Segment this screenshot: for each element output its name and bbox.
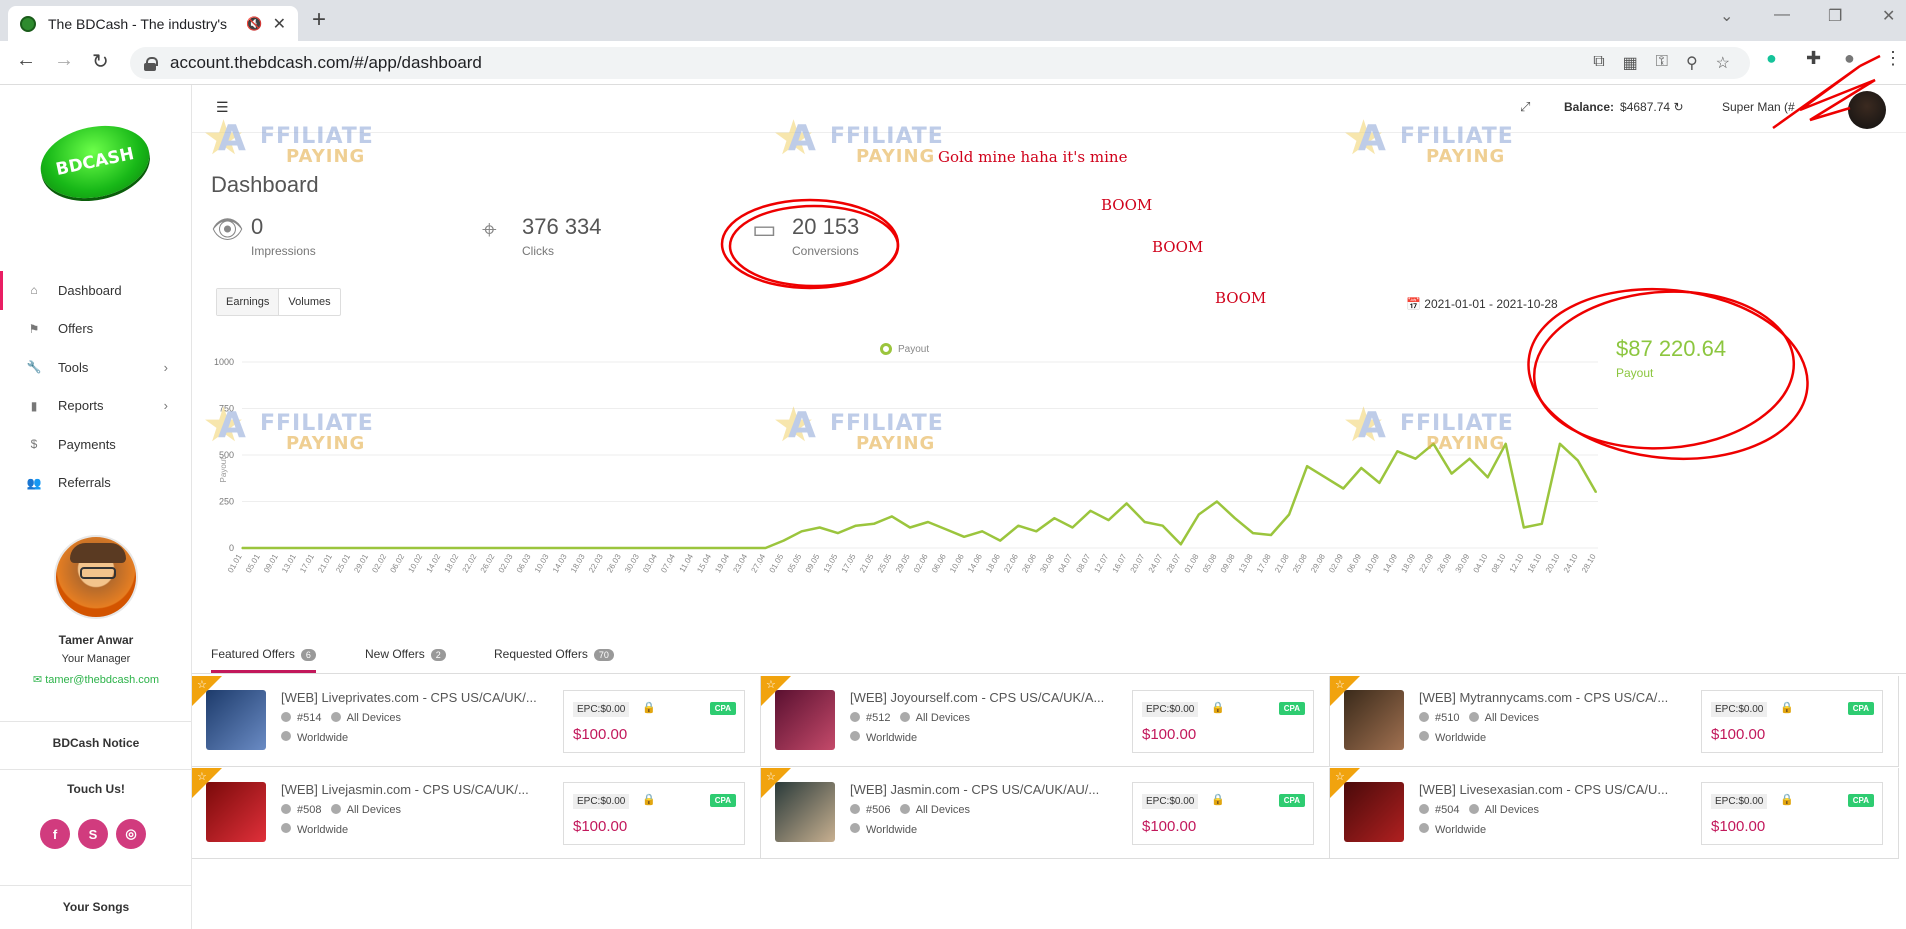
circle-payout-2 [1532, 290, 1796, 450]
red-scribble-overlay [720, 54, 1881, 461]
circle-conversions-2 [728, 204, 900, 288]
scribble-user [1772, 54, 1881, 130]
circle-payout [1527, 287, 1809, 461]
